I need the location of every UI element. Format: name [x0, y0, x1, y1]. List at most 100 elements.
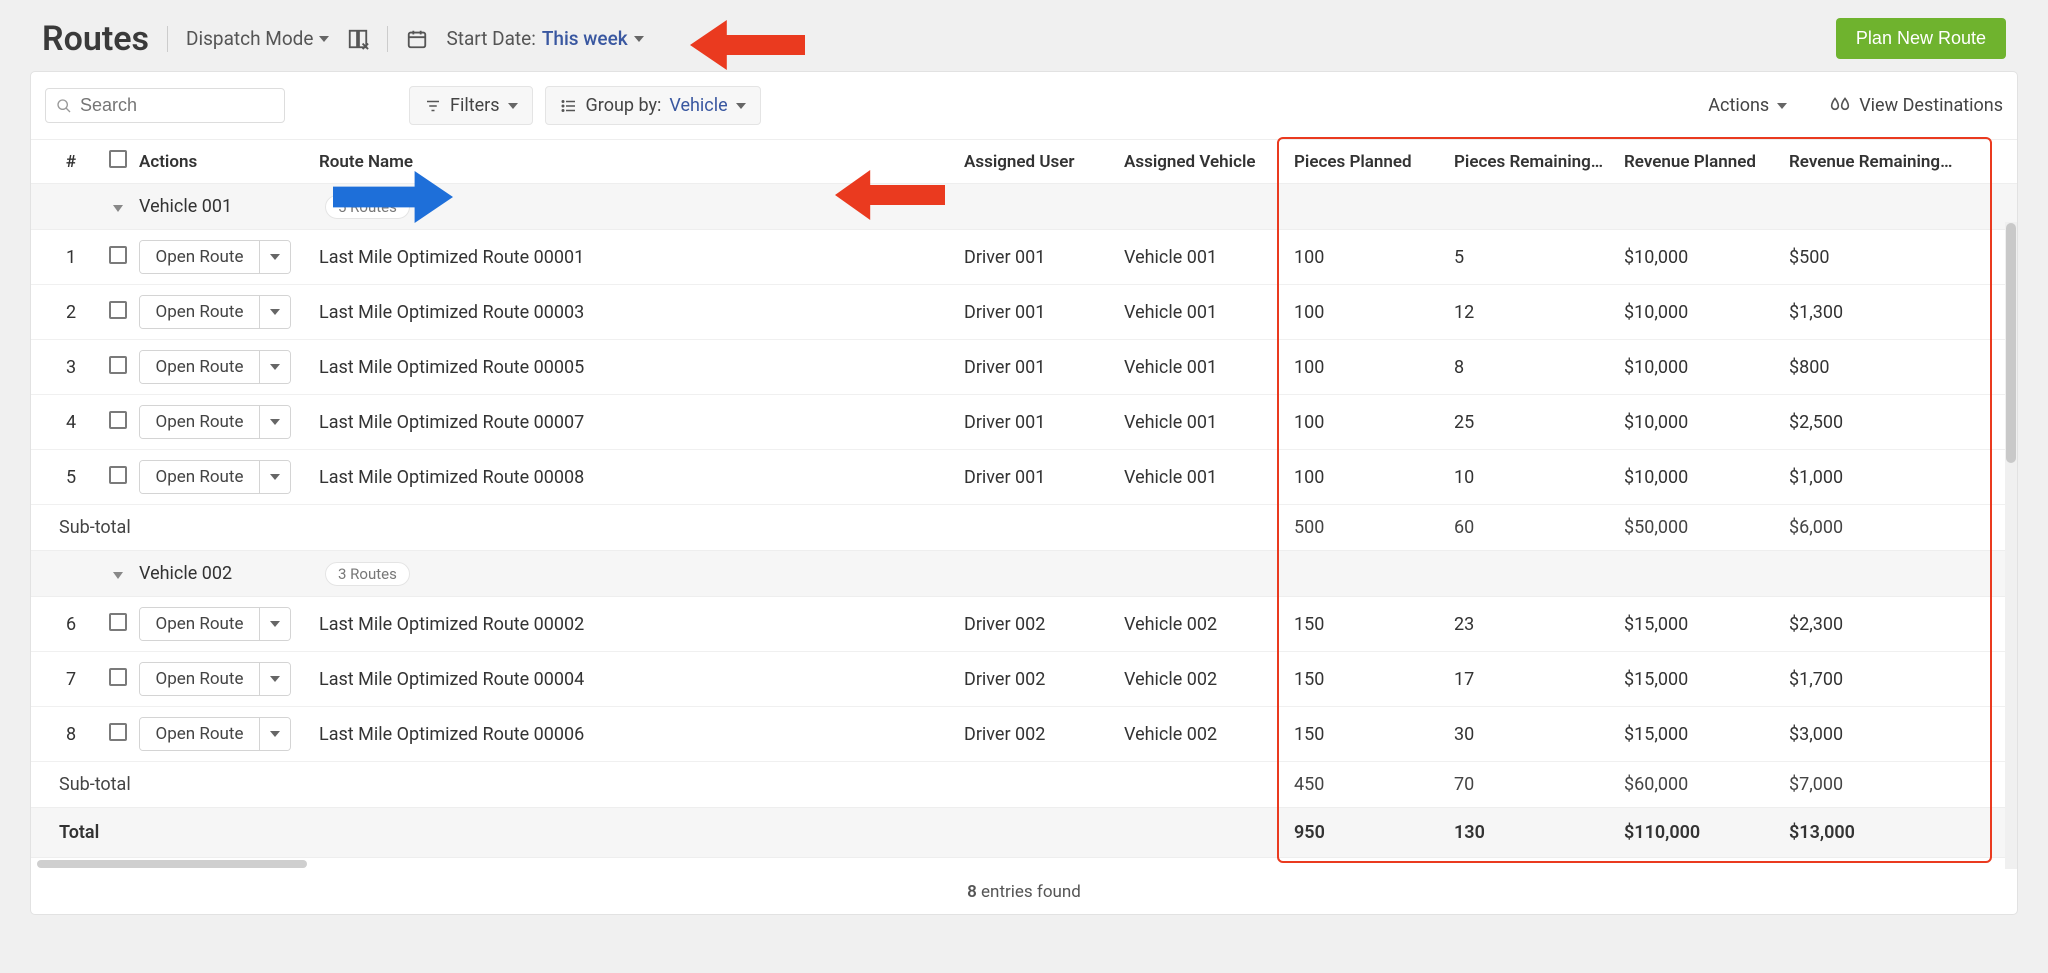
select-all-checkbox[interactable]	[109, 150, 127, 168]
search-icon	[56, 97, 72, 115]
vertical-scrollbar[interactable]	[2005, 222, 2017, 869]
open-route-button[interactable]: Open Route	[139, 717, 291, 751]
open-route-main[interactable]: Open Route	[140, 296, 260, 328]
filters-label: Filters	[450, 95, 500, 116]
actions-label: Actions	[1708, 95, 1769, 116]
calendar-icon[interactable]	[406, 28, 428, 50]
open-route-button[interactable]: Open Route	[139, 240, 291, 274]
expand-toggle-icon[interactable]	[113, 572, 123, 579]
open-route-main[interactable]: Open Route	[140, 351, 260, 383]
subtotal-pr: 70	[1454, 774, 1624, 795]
pieces-planned: 100	[1294, 247, 1454, 268]
row-checkbox[interactable]	[109, 246, 127, 264]
assigned-vehicle: Vehicle 001	[1124, 247, 1294, 268]
col-pieces-planned: Pieces Planned	[1294, 152, 1454, 172]
assigned-vehicle: Vehicle 002	[1124, 669, 1294, 690]
route-name: Last Mile Optimized Route 00005	[319, 357, 964, 378]
chevron-down-icon	[270, 676, 280, 682]
total-rr: $13,000	[1789, 822, 1989, 843]
chevron-down-icon	[736, 103, 746, 109]
actions-dropdown[interactable]: Actions	[1708, 95, 1787, 116]
start-date-value: This week	[542, 27, 628, 50]
group-header[interactable]: Vehicle 0023 Routes	[31, 551, 2017, 597]
assigned-vehicle: Vehicle 001	[1124, 302, 1294, 323]
scrollbar-thumb[interactable]	[2006, 223, 2016, 463]
route-name: Last Mile Optimized Route 00004	[319, 669, 964, 690]
chevron-down-icon	[508, 103, 518, 109]
table-row: 5Open RouteLast Mile Optimized Route 000…	[31, 450, 2017, 505]
table-row: 3Open RouteLast Mile Optimized Route 000…	[31, 340, 2017, 395]
subtotal-rr: $7,000	[1789, 774, 1989, 795]
total-rp: $110,000	[1624, 822, 1789, 843]
search-input-wrap[interactable]	[45, 88, 285, 123]
chevron-down-icon	[270, 309, 280, 315]
subtotal-row: Sub-total45070$60,000$7,000	[31, 762, 2017, 808]
open-route-dropdown[interactable]	[260, 351, 290, 383]
open-route-main[interactable]: Open Route	[140, 241, 260, 273]
open-route-button[interactable]: Open Route	[139, 460, 291, 494]
search-input[interactable]	[80, 95, 274, 116]
row-number: 4	[45, 412, 97, 433]
open-route-dropdown[interactable]	[260, 296, 290, 328]
open-route-dropdown[interactable]	[260, 608, 290, 640]
open-route-main[interactable]: Open Route	[140, 663, 260, 695]
open-route-button[interactable]: Open Route	[139, 405, 291, 439]
dispatch-mode-dropdown[interactable]: Dispatch Mode	[186, 27, 329, 50]
row-checkbox[interactable]	[109, 356, 127, 374]
plan-new-route-button[interactable]: Plan New Route	[1836, 18, 2006, 59]
open-route-button[interactable]: Open Route	[139, 295, 291, 329]
revenue-remaining: $2,300	[1789, 614, 1989, 635]
scrollbar-thumb[interactable]	[37, 860, 307, 868]
open-route-dropdown[interactable]	[260, 406, 290, 438]
revenue-planned: $10,000	[1624, 302, 1789, 323]
row-checkbox[interactable]	[109, 613, 127, 631]
filters-button[interactable]: Filters	[409, 86, 533, 125]
chevron-down-icon	[1777, 103, 1787, 109]
open-route-dropdown[interactable]	[260, 461, 290, 493]
expand-toggle-icon[interactable]	[113, 205, 123, 212]
route-name: Last Mile Optimized Route 00008	[319, 467, 964, 488]
group-header[interactable]: Vehicle 0015 Routes	[31, 184, 2017, 230]
footer-count: 8 entries found	[31, 870, 2017, 914]
revenue-remaining: $2,500	[1789, 412, 1989, 433]
pieces-remaining: 8	[1454, 357, 1624, 378]
assigned-user: Driver 002	[964, 614, 1124, 635]
open-route-main[interactable]: Open Route	[140, 406, 260, 438]
start-date-dropdown[interactable]: Start Date: This week	[446, 27, 643, 50]
subtotal-row: Sub-total50060$50,000$6,000	[31, 505, 2017, 551]
open-route-main[interactable]: Open Route	[140, 608, 260, 640]
open-route-main[interactable]: Open Route	[140, 718, 260, 750]
chevron-down-icon	[270, 254, 280, 260]
view-destinations-link[interactable]: View Destinations	[1829, 95, 2003, 116]
map-toggle-button[interactable]	[347, 28, 369, 50]
horizontal-scrollbar[interactable]	[31, 858, 2017, 870]
col-route-name: Route Name	[319, 152, 964, 172]
revenue-remaining: $3,000	[1789, 724, 1989, 745]
open-route-dropdown[interactable]	[260, 241, 290, 273]
total-pr: 130	[1454, 822, 1624, 843]
open-route-button[interactable]: Open Route	[139, 662, 291, 696]
open-route-main[interactable]: Open Route	[140, 461, 260, 493]
group-by-value: Vehicle	[669, 95, 727, 116]
open-route-dropdown[interactable]	[260, 718, 290, 750]
row-checkbox[interactable]	[109, 411, 127, 429]
pieces-planned: 150	[1294, 669, 1454, 690]
group-badge: 3 Routes	[325, 562, 410, 586]
open-route-button[interactable]: Open Route	[139, 607, 291, 641]
row-checkbox[interactable]	[109, 723, 127, 741]
row-checkbox[interactable]	[109, 301, 127, 319]
pieces-remaining: 17	[1454, 669, 1624, 690]
open-route-dropdown[interactable]	[260, 663, 290, 695]
open-route-button[interactable]: Open Route	[139, 350, 291, 384]
view-destinations-label: View Destinations	[1859, 95, 2003, 116]
row-checkbox[interactable]	[109, 466, 127, 484]
page-title: Routes	[42, 19, 149, 59]
row-checkbox[interactable]	[109, 668, 127, 686]
revenue-planned: $10,000	[1624, 412, 1789, 433]
table-row: 6Open RouteLast Mile Optimized Route 000…	[31, 597, 2017, 652]
col-revenue-remaining: Revenue Remaining…	[1789, 152, 1989, 172]
group-by-dropdown[interactable]: Group by: Vehicle	[545, 86, 761, 125]
revenue-planned: $15,000	[1624, 669, 1789, 690]
row-number: 7	[45, 669, 97, 690]
table-row: 7 Open Route Last Mile Optimized Route 000…	[31, 652, 2017, 707]
